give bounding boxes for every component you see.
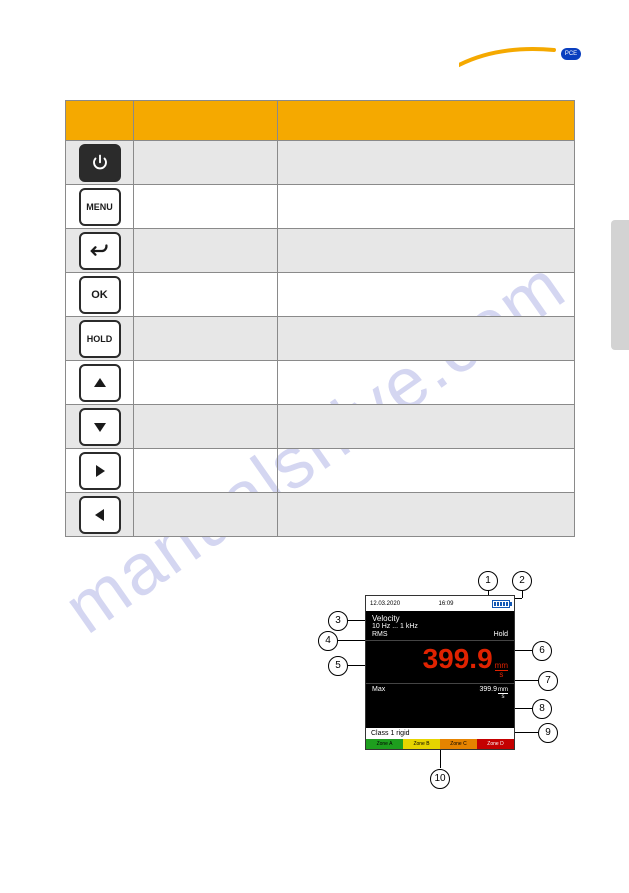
brand-badge: PCE [561,48,581,60]
table-row: HOLD [66,317,575,361]
lcd-diagram: 1 2 3 4 5 6 7 8 9 10 12.03.2020 16:09 Ve… [310,570,580,790]
zone-b: Zone B [403,739,440,749]
back-key [79,232,121,270]
lcd-main-reading: 399.9 mms [372,645,508,679]
lcd-statusbar: 12.03.2020 16:09 [366,596,514,611]
lcd-max-value: 399.9 mms [479,686,508,700]
callout-9: 9 [538,722,558,743]
cell [278,185,575,229]
cell [134,405,278,449]
zone-c: Zone C [440,739,477,749]
cell [278,229,575,273]
callout-4: 4 [318,630,338,651]
cell [278,361,575,405]
lcd-time: 16:09 [439,601,454,607]
cell [134,493,278,537]
cell [134,449,278,493]
table-row [66,493,575,537]
cell [278,405,575,449]
page-tab [611,220,629,350]
keys-th-1 [66,101,134,141]
keys-th-2 [134,101,278,141]
cell [278,141,575,185]
up-key [79,364,121,402]
lcd-class-label: Class 1 rigid [366,728,514,739]
keys-th-3 [278,101,575,141]
hold-key: HOLD [79,320,121,358]
callout-7: 7 [538,670,558,691]
lcd-hold-label: Hold [494,631,508,638]
keys-table: MENU OK HOLD [65,100,575,537]
cell [278,493,575,537]
power-icon [91,154,109,172]
table-row [66,141,575,185]
lcd-screen: 12.03.2020 16:09 Velocity 10 Hz ... 1 kH… [365,595,515,750]
cell [134,361,278,405]
cell [134,317,278,361]
table-row [66,449,575,493]
cell [278,449,575,493]
table-row: OK [66,273,575,317]
callout-8: 8 [532,698,552,719]
lcd-value: 399.9 [423,645,493,673]
zone-d: Zone D [477,739,514,749]
ok-key: OK [79,276,121,314]
power-key [79,144,121,182]
back-icon [89,243,111,259]
right-key [79,452,121,490]
cell [278,317,575,361]
down-key [79,408,121,446]
callout-2: 2 [512,570,532,591]
table-row [66,361,575,405]
down-icon [92,419,108,435]
cell [134,229,278,273]
table-row [66,229,575,273]
callout-10: 10 [430,768,450,789]
cell [134,185,278,229]
callout-3: 3 [328,610,348,631]
lcd-zones: Zone A Zone B Zone C Zone D [366,739,514,749]
menu-key: MENU [79,188,121,226]
cell [278,273,575,317]
lcd-mode-title: Velocity [372,614,508,623]
lcd-unit: mms [495,662,508,679]
table-row [66,405,575,449]
left-icon [92,507,108,523]
right-icon [92,463,108,479]
cell [134,141,278,185]
lcd-range: 10 Hz ... 1 kHz [372,623,508,630]
callout-6: 6 [532,640,552,661]
callout-1: 1 [478,570,498,591]
lcd-max-label: Max [372,686,385,693]
battery-icon [492,600,510,608]
cell [134,273,278,317]
left-key [79,496,121,534]
zone-a: Zone A [366,739,403,749]
lcd-date: 12.03.2020 [370,601,400,607]
callout-5: 5 [328,655,348,676]
table-row: MENU [66,185,575,229]
lcd-rms-label: RMS [372,631,388,638]
up-icon [92,375,108,391]
